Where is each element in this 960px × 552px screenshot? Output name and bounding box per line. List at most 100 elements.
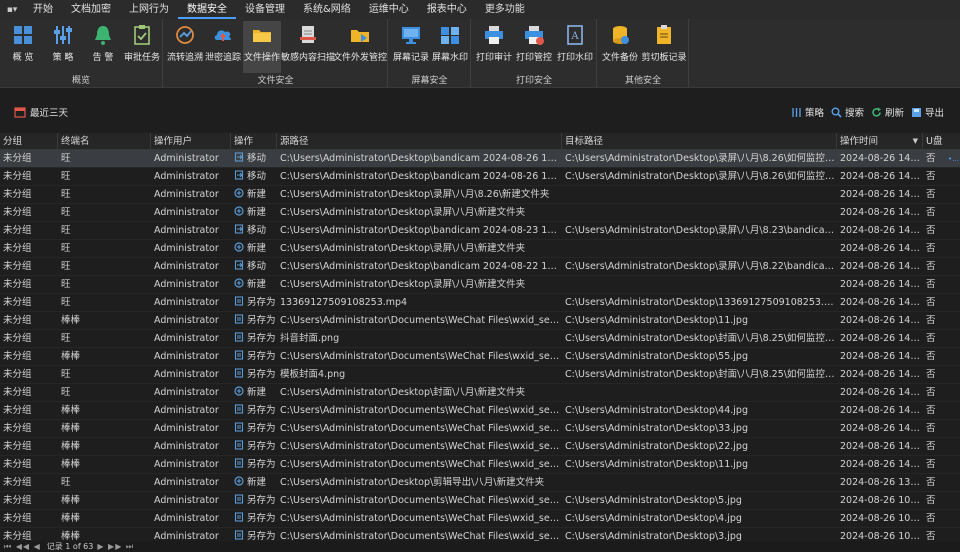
col-operation[interactable]: 操作 (231, 133, 277, 150)
leak-trace-button[interactable]: 泄密追踪 (205, 21, 241, 73)
date-range-button[interactable]: 最近三天 (14, 105, 68, 119)
menu-doc-encryption[interactable]: 文档加密 (62, 0, 120, 19)
print-control-button[interactable]: 打印管控 (515, 21, 553, 73)
pager-next-controls[interactable]: ▶ ▶▶ ⏭ (97, 542, 134, 552)
menu-data-security[interactable]: 数据安全 (178, 0, 236, 19)
col-usb[interactable]: U盘 (923, 133, 960, 150)
new-icon (234, 206, 244, 216)
search-icon (831, 107, 842, 118)
pager-prev-controls[interactable]: ⏮ ◀◀ ◀ (4, 542, 41, 552)
table-row[interactable]: 未分组 旺 Administrator 新建 C:\Users\Administrato… (0, 186, 960, 204)
row-more-button[interactable]: ••• (945, 150, 960, 168)
operation-label: 移动 (247, 153, 267, 164)
print-control-label: 打印管控 (515, 53, 552, 63)
save-as-icon (234, 332, 244, 342)
cell-operation: 新建 (231, 276, 277, 294)
printer-icon (485, 26, 503, 44)
cell-source-path: C:\Users\Administrator\Desktop\剪辑导出\八月\新… (280, 477, 545, 488)
table-row[interactable]: 未分组 棒棒 Administrator 另存为 C:\Users\Administra… (0, 420, 960, 438)
table-row[interactable]: 未分组 棒棒 Administrator 另存为 C:\Users\Administra… (0, 312, 960, 330)
col-terminal[interactable]: 终端名 (58, 133, 151, 150)
ribbon-group-print-security: 打印审计 打印管控 A 打印水印 打印安全 (472, 19, 597, 88)
print-watermark-label: 打印水印 (556, 53, 593, 63)
sensitive-scan-button[interactable]: 敏感内容扫描 (281, 21, 335, 73)
table-row[interactable]: 未分组 旺 Administrator 移动 C:\Users\Administrato… (0, 258, 960, 276)
cell-source-path: C:\Users\Administrator\Desktop\bandicam … (280, 153, 562, 164)
cell-user: Administrator (154, 225, 219, 236)
cell-user: Administrator (154, 405, 219, 416)
approval-task-button[interactable]: 审批任务 (124, 21, 160, 73)
table-row[interactable]: 未分组 棒棒 Administrator 另存为 C:\Users\Administra… (0, 402, 960, 420)
cell-terminal: 棒棒 (61, 315, 81, 326)
cell-user: Administrator (154, 279, 219, 290)
group-label-print-security: 打印安全 (515, 76, 552, 86)
table-row[interactable]: 未分组 棒棒 Administrator 另存为 C:\Users\Administra… (0, 510, 960, 528)
cell-operation: 另存为 (231, 366, 277, 384)
calendar-icon (14, 107, 26, 118)
menu-system-network[interactable]: 系统&网络 (294, 0, 360, 19)
table-row[interactable]: 未分组 棒棒 Administrator 另存为 C:\Users\Administra… (0, 456, 960, 474)
cell-user: Administrator (154, 333, 219, 344)
table-row[interactable]: 未分组 旺 Administrator 新建 C:\Users\Administrato… (0, 240, 960, 258)
cell-operation: 移动 (231, 258, 277, 276)
col-target-path[interactable]: 目标路径 (562, 133, 837, 150)
toolbar-refresh-button[interactable]: 刷新 (871, 105, 904, 119)
cell-terminal: 旺 (61, 261, 71, 272)
alarm-button[interactable]: 告 警 (86, 21, 120, 73)
cell-usb: 否 (926, 225, 936, 236)
table-row[interactable]: 未分组 棒棒 Administrator 另存为 C:\Users\Administra… (0, 348, 960, 366)
screen-watermark-button[interactable]: 屏幕水印 (432, 21, 468, 73)
menu-internet-behavior[interactable]: 上网行为 (120, 0, 178, 19)
menu-more-functions[interactable]: 更多功能 (476, 0, 534, 19)
toolbar-search-button[interactable]: 搜索 (831, 105, 864, 119)
col-user[interactable]: 操作用户 (151, 133, 231, 150)
overview-button[interactable]: 概 览 (6, 21, 40, 73)
menu-start[interactable]: 开始 (24, 0, 62, 19)
flow-trace-button[interactable]: 流转追溯 (167, 21, 203, 73)
table-row[interactable]: 未分组 旺 Administrator 新建 C:\Users\Administrato… (0, 474, 960, 492)
cell-group: 未分组 (3, 459, 32, 470)
table-row[interactable]: 未分组 旺 Administrator 新建 C:\Users\Administrato… (0, 204, 960, 222)
file-operation-button[interactable]: 文件操作 (243, 21, 281, 73)
clipboard-record-button[interactable]: 剪切板记录 (641, 21, 687, 73)
col-group[interactable]: 分组 (0, 133, 58, 150)
print-watermark-button[interactable]: A 打印水印 (556, 21, 594, 73)
save-as-icon (234, 512, 244, 522)
table-row[interactable]: 未分组 旺 Administrator 新建 C:\Users\Administrato… (0, 276, 960, 294)
toolbar-strategy-button[interactable]: 策略 (791, 105, 824, 119)
printer-lock-icon (525, 26, 544, 45)
table-row[interactable]: 未分组 旺 Administrator 另存为 13369127509108253.mp… (0, 294, 960, 312)
table-row[interactable]: 未分组 棒棒 Administrator 另存为 C:\Users\Administra… (0, 438, 960, 456)
file-outbound-control-button[interactable]: 文件外发管控 (333, 21, 387, 73)
strategy-button[interactable]: 策 略 (46, 21, 80, 73)
menu-report-center[interactable]: 报表中心 (418, 0, 476, 19)
menu-device-management[interactable]: 设备管理 (236, 0, 294, 19)
print-audit-button[interactable]: 打印审计 (475, 21, 513, 73)
cell-user: Administrator (154, 297, 219, 308)
table-row[interactable]: 未分组 旺 Administrator 另存为 抖音封面.png C:\Users\Adm… (0, 330, 960, 348)
screen-record-button[interactable]: 屏幕记录 (392, 21, 430, 73)
operation-label: 另存为 (247, 405, 276, 416)
record-count: 记录 1 of 63 (46, 542, 94, 551)
table-row[interactable]: 未分组 旺 Administrator 移动 C:\Users\Administrato… (0, 150, 960, 168)
table-row[interactable]: 未分组 旺 Administrator 另存为 模板封面4.png C:\Users\Ad… (0, 366, 960, 384)
col-time[interactable]: 操作时间 ▼ (837, 133, 923, 150)
table-row[interactable]: 未分组 旺 Administrator 移动 C:\Users\Administrato… (0, 168, 960, 186)
cell-target-path: C:\Users\Administrator\Desktop\封面\八月\8.2… (565, 333, 837, 344)
new-icon (234, 386, 244, 396)
table-row[interactable]: 未分组 旺 Administrator 新建 C:\Users\Administrato… (0, 384, 960, 402)
menu-ops-center[interactable]: 运维中心 (360, 0, 418, 19)
cell-source-path: 模板封面4.png (280, 369, 346, 380)
database-icon (613, 26, 629, 44)
toolbar-export-button[interactable]: 导出 (911, 105, 944, 119)
table-row[interactable]: 未分组 旺 Administrator 移动 C:\Users\Administrato… (0, 222, 960, 240)
cell-usb: 否 (926, 333, 936, 344)
ribbon-group-screen-security: 屏幕记录 屏幕水印 屏幕安全 (389, 19, 471, 88)
file-backup-button[interactable]: 文件备份 (601, 21, 639, 73)
system-menu-button[interactable]: ▪▾ (0, 0, 24, 19)
table-row[interactable]: 未分组 棒棒 Administrator 另存为 C:\Users\Administra… (0, 492, 960, 510)
cell-operation: 新建 (231, 204, 277, 222)
cell-time: 2024-08-26 14:04:54 (840, 405, 923, 416)
cell-source-path: 抖音封面.png (280, 333, 340, 344)
col-source-path[interactable]: 源路径 (277, 133, 562, 150)
